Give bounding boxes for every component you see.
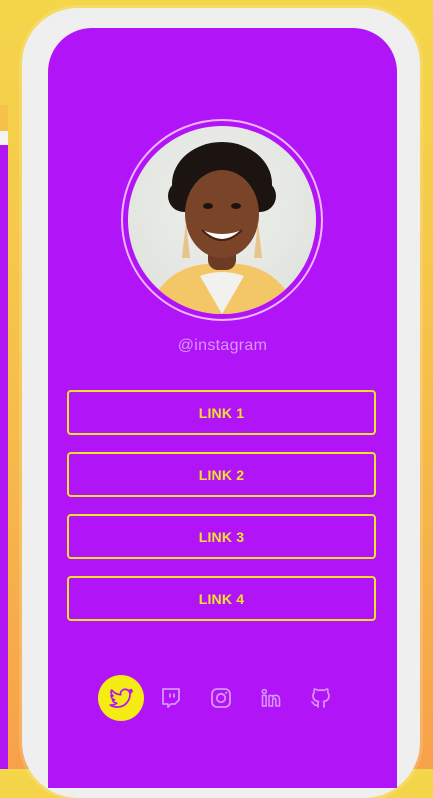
instagram-icon <box>211 688 231 708</box>
instagram-link[interactable] <box>198 675 244 721</box>
twitch-link[interactable] <box>148 675 194 721</box>
twitch-icon <box>162 688 180 708</box>
linkedin-link[interactable] <box>248 675 294 721</box>
avatar-illustration <box>148 142 296 314</box>
github-link[interactable] <box>298 675 344 721</box>
twitter-link[interactable] <box>98 675 144 721</box>
side-strip-highlight <box>0 131 8 145</box>
background-side-strip <box>0 105 8 769</box>
twitter-icon <box>109 688 134 708</box>
avatar <box>128 126 316 314</box>
link-button-1[interactable]: LINK 1 <box>67 390 376 435</box>
linkedin-icon <box>261 688 281 707</box>
side-strip-purple <box>0 145 8 769</box>
profile-handle: @instagram <box>177 337 268 354</box>
link-button-3[interactable]: LINK 3 <box>67 514 376 559</box>
github-icon <box>311 688 330 708</box>
link-button-4[interactable]: LINK 4 <box>67 576 376 621</box>
link-button-2[interactable]: LINK 2 <box>67 452 376 497</box>
